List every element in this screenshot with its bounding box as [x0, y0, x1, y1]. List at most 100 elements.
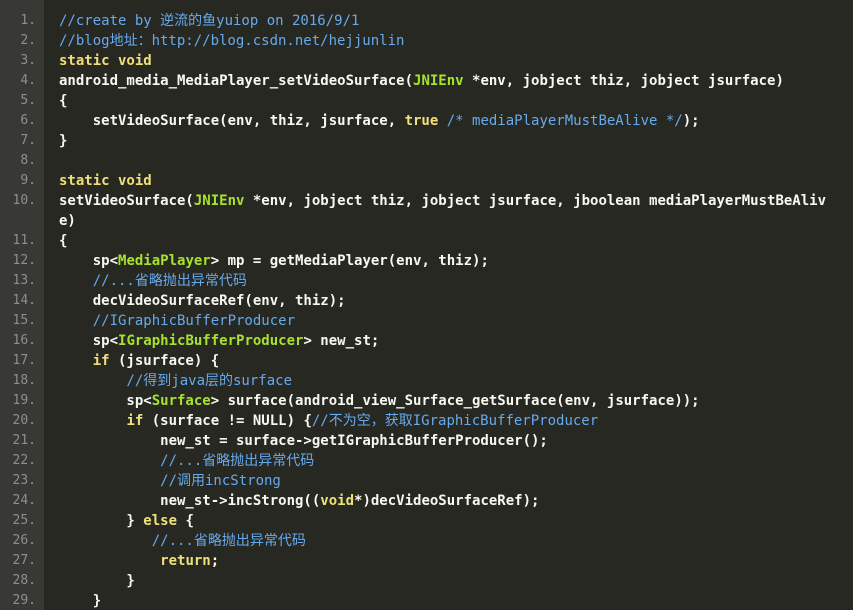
code-line: { [59, 91, 853, 111]
code-line: //create by 逆流的鱼yuiop on 2016/9/1 [59, 11, 853, 31]
comment-token: //...省略抛出异常代码 [59, 273, 247, 289]
line-number: 15. [12, 313, 36, 328]
type-token: JNIEnv [193, 193, 245, 209]
line-number: 26. [12, 533, 36, 548]
code-text: > surface(android_view_Surface_getSurfac… [210, 393, 700, 409]
line-number: 7. [20, 133, 36, 148]
code-line: android_media_MediaPlayer_setVideoSurfac… [59, 71, 853, 91]
code-line: return; [59, 551, 853, 571]
code-text: } [59, 593, 102, 609]
code-text: new_st->incStrong(( [59, 493, 321, 509]
code-line: if (surface != NULL) {//不为空，获取IGraphicBu… [59, 411, 853, 431]
comment-token: //...省略抛出异常代码 [59, 453, 315, 469]
code-viewer: 1. 2. 3. 4. 5. 6. 7. 8. 9. 10. 11. 12. 13. 14. 15. 16. 1… [0, 0, 853, 610]
line-number: 2. [20, 33, 36, 48]
code-line: static void [59, 171, 853, 191]
keyword-token: true [404, 113, 439, 129]
code-line: } [59, 131, 853, 151]
line-number: 27. [12, 553, 36, 568]
line-number: 21. [12, 433, 36, 448]
code-line: //得到java层的surface [59, 371, 853, 391]
line-number: 12. [12, 253, 36, 268]
line-number: 8. [20, 153, 36, 168]
code-line: //...省略抛出异常代码 [59, 531, 853, 551]
code-line: new_st->incStrong((void*)decVideoSurface… [59, 491, 853, 511]
code-text: (jsurface) { [109, 353, 220, 369]
keyword-token: static void [59, 53, 152, 69]
code-text: *env, jobject thiz, jobject jsurface) [463, 73, 784, 89]
code-text: } [59, 133, 68, 149]
code-text: new_st = surface->getIGraphicBufferProdu… [59, 433, 548, 449]
code-line: //IGraphicBufferProducer [59, 311, 853, 331]
code-text: } [59, 513, 144, 529]
line-number: 22. [12, 453, 36, 468]
line-number: 9. [20, 173, 36, 188]
code-text: android_media_MediaPlayer_setVideoSurfac… [59, 73, 414, 89]
type-token: MediaPlayer [118, 253, 211, 269]
code-text: > mp = getMediaPlayer(env, thiz); [210, 253, 489, 269]
line-number: 28. [12, 573, 36, 588]
line-number: 1. [20, 13, 36, 28]
code-line: //...省略抛出异常代码 [59, 271, 853, 291]
code-line: if (jsurface) { [59, 351, 853, 371]
keyword-token: return [160, 553, 211, 569]
code-line: static void [59, 51, 853, 71]
code-text: sp< [59, 393, 152, 409]
line-number: 17. [12, 353, 36, 368]
comment-token: //create by 逆流的鱼yuiop on 2016/9/1 [59, 13, 360, 29]
keyword-token: if [92, 353, 110, 369]
code-text: } [59, 573, 135, 589]
line-number: 13. [12, 273, 36, 288]
code-line: //...省略抛出异常代码 [59, 451, 853, 471]
code-text: sp< [59, 253, 119, 269]
code-text: setVideoSurface(env, thiz, jsurface, [59, 113, 405, 129]
code-text: ; [210, 553, 220, 569]
comment-token: //得到java层的surface [59, 373, 293, 389]
code-line: setVideoSurface(JNIEnv *env, jobject thi… [59, 191, 853, 231]
keyword-token: static void [59, 173, 152, 189]
line-number: 18. [12, 373, 36, 388]
type-token: IGraphicBufferProducer [118, 333, 304, 349]
keyword-token: if [126, 413, 144, 429]
comment-token: /* mediaPlayerMustBeAlive */ [446, 113, 683, 129]
code-line: } [59, 591, 853, 610]
line-number: 29. [12, 593, 36, 608]
code-text: { [59, 233, 68, 249]
comment-token: //IGraphicBufferProducer [59, 313, 296, 329]
line-number: 4. [20, 73, 36, 88]
line-number: 14. [12, 293, 36, 308]
line-number: 3. [20, 53, 36, 68]
line-number: 5. [20, 93, 36, 108]
comment-token: //blog地址：http://blog.csdn.net/hejjunlin [59, 33, 405, 49]
keyword-token: void [320, 493, 355, 509]
line-number: 23. [12, 473, 36, 488]
code-text: (surface != NULL) { [143, 413, 312, 429]
code-text: ); [682, 113, 700, 129]
code-line: sp<IGraphicBufferProducer> new_st; [59, 331, 853, 351]
code-line: //blog地址：http://blog.csdn.net/hejjunlin [59, 31, 853, 51]
code-text: setVideoSurface( [59, 193, 194, 209]
code-line: sp<Surface> surface(android_view_Surface… [59, 391, 853, 411]
code-area[interactable]: //create by 逆流的鱼yuiop on 2016/9/1 //blog地… [44, 0, 853, 610]
line-number: 16. [12, 333, 36, 348]
code-text: *)decVideoSurfaceRef); [354, 493, 540, 509]
line-number: 25. [12, 513, 36, 528]
code-text: { [177, 513, 194, 529]
code-line: //调用incStrong [59, 471, 853, 491]
type-token: Surface [151, 393, 211, 409]
keyword-token: else [143, 513, 178, 529]
line-number: 19. [12, 393, 36, 408]
comment-token: //调用incStrong [59, 473, 281, 489]
code-line: new_st = surface->getIGraphicBufferProdu… [59, 431, 853, 451]
code-line: } else { [59, 511, 853, 531]
code-text: { [59, 93, 68, 109]
code-text: > new_st; [303, 333, 380, 349]
line-number: 6. [20, 113, 36, 128]
comment-token: //...省略抛出异常代码 [59, 533, 306, 549]
line-number-gutter: 1. 2. 3. 4. 5. 6. 7. 8. 9. 10. 11. 12. 13. 14. 15. 16. 1… [0, 0, 44, 610]
line-number: 11. [12, 233, 36, 248]
